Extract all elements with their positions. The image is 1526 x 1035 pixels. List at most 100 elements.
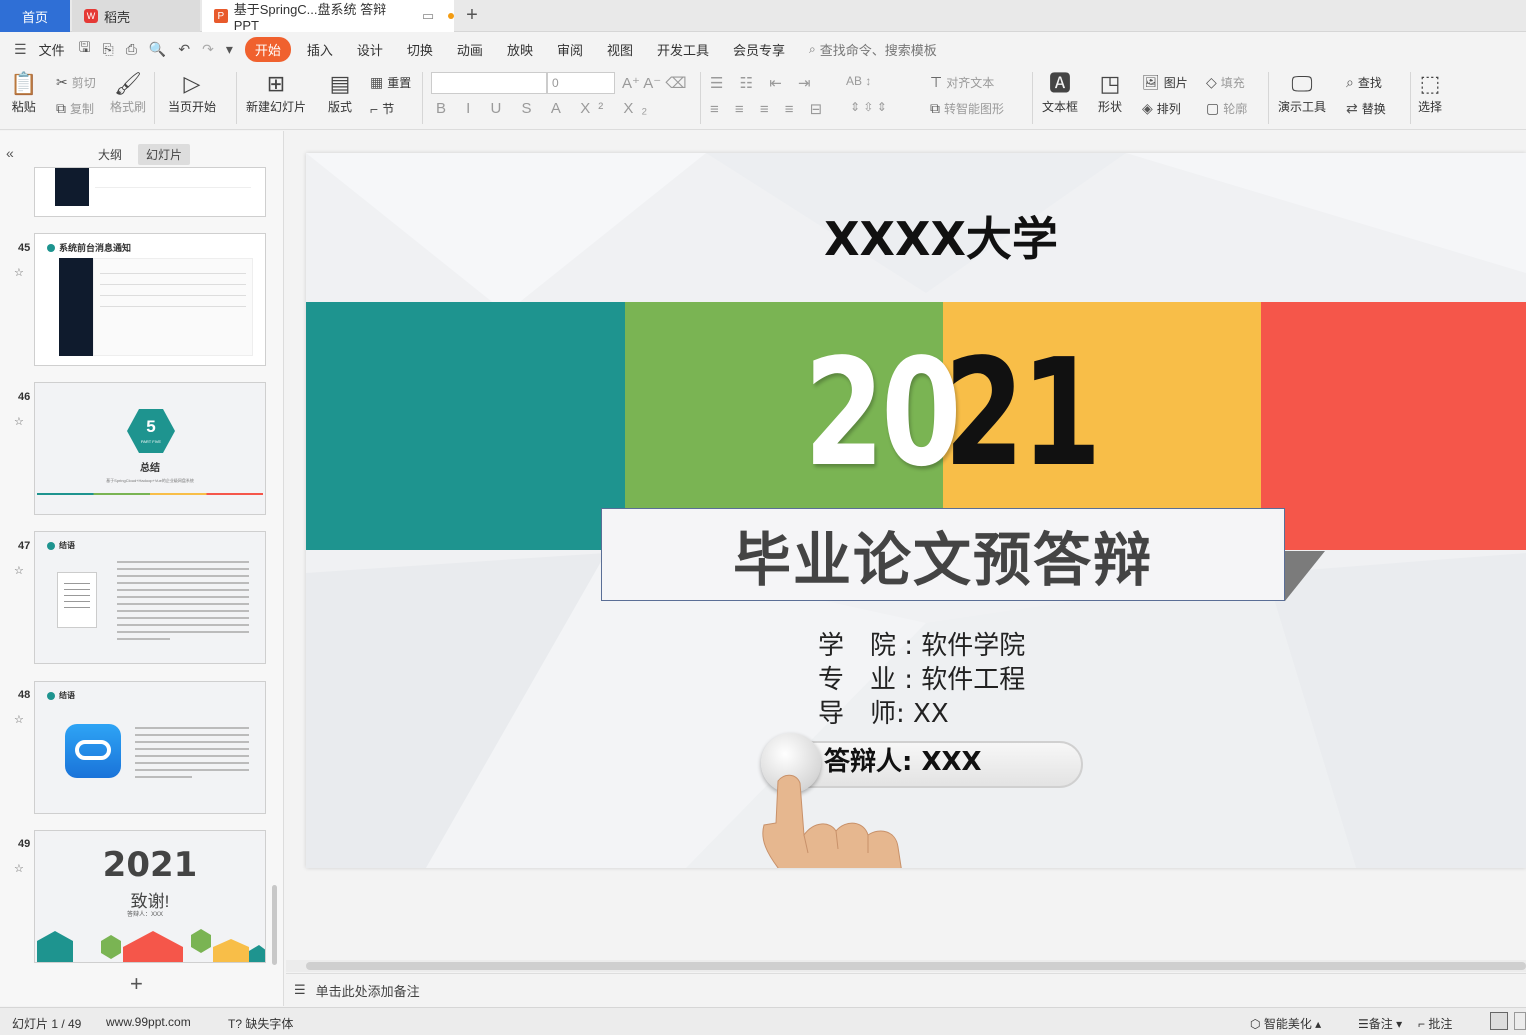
sorter-view-icon[interactable]	[1514, 1012, 1526, 1030]
tab-slides[interactable]: 幻灯片	[138, 144, 191, 165]
thumb-heading: 总结	[140, 463, 160, 474]
menu-design[interactable]: 设计	[357, 40, 383, 59]
more-icon[interactable]: ▾	[226, 41, 233, 58]
smart-shape-button[interactable]: ⧉ 转智能图形	[930, 100, 1004, 117]
find-icon: ⌕	[1346, 74, 1354, 90]
slide-thumbnail[interactable]: 系统前台消息通知	[34, 233, 266, 366]
star-icon: ☆	[14, 863, 24, 875]
copy-label: 复制	[70, 102, 95, 116]
from-current-button[interactable]: ▷ 当页开始	[168, 70, 216, 115]
select-button[interactable]: ⬚ 选择	[1418, 70, 1442, 115]
horizontal-scrollbar[interactable]	[286, 960, 1526, 972]
menu-review[interactable]: 审阅	[557, 40, 583, 59]
search-command-input[interactable]: 查找命令、搜索模板	[820, 40, 937, 59]
export-icon[interactable]: ⎘	[103, 41, 114, 58]
pointing-hand-icon	[762, 774, 902, 868]
menu-animation[interactable]: 动画	[457, 40, 483, 59]
font-size-select[interactable]: 0	[547, 72, 615, 94]
bullet-dot-icon	[47, 692, 55, 700]
panel-scrollbar[interactable]	[272, 885, 277, 965]
menu-view[interactable]: 视图	[607, 40, 633, 59]
slide-thumbnail[interactable]: 2021 致谢! 答辩人：XXX	[34, 830, 266, 963]
section-label: 节	[382, 102, 395, 116]
slide-thumbnail[interactable]: 结语	[34, 531, 266, 664]
menu-member[interactable]: 会员专享	[733, 40, 785, 59]
section-button[interactable]: ⌐ 节	[370, 100, 394, 117]
textbox-icon: 🅰	[1049, 71, 1072, 96]
print-preview-icon[interactable]: 🔍	[149, 41, 166, 58]
find-button[interactable]: ⌕ 查找	[1346, 74, 1382, 91]
replace-button[interactable]: ⇄ 替换	[1346, 100, 1386, 117]
add-slide-button[interactable]: +	[130, 971, 143, 997]
thumb-content	[93, 258, 253, 356]
slide-thumbnail[interactable]	[34, 167, 266, 217]
notes-bar[interactable]: ☰ 单击此处添加备注	[286, 973, 1526, 1006]
cut-button[interactable]: ✂ 剪切	[56, 74, 96, 91]
college-line: 学 院 : 软件学院	[818, 631, 1026, 661]
reset-button[interactable]: ▦ 重置	[370, 74, 411, 91]
scrollbar-thumb[interactable]	[306, 962, 1526, 970]
shape-button[interactable]: ◳ 形状	[1098, 70, 1122, 115]
copy-button[interactable]: ⧉ 复制	[56, 100, 94, 117]
text-format-buttons[interactable]: B I U S A X² X₂	[436, 100, 655, 117]
menu-home[interactable]: 开始	[244, 36, 291, 62]
fill-label: 填充	[1220, 76, 1245, 90]
paste-button[interactable]: 📋 粘贴	[10, 70, 37, 115]
line-spacing-button[interactable]: ⇕ ⇳ ⇕	[850, 100, 887, 114]
fill-button[interactable]: ◇ 填充	[1206, 74, 1245, 91]
divider	[154, 72, 155, 124]
arrange-button[interactable]: ◈ 排列	[1142, 100, 1181, 117]
save-icon[interactable]: 🖫	[79, 37, 91, 61]
divider	[422, 72, 423, 124]
outline-icon: ▢	[1206, 100, 1220, 116]
notes-toggle-button[interactable]: ☰备注 ▾	[1358, 1015, 1402, 1032]
replace-icon: ⇄	[1346, 100, 1358, 116]
menu-file[interactable]: 文件	[39, 40, 65, 59]
missing-font-button[interactable]: T? 缺失字体	[228, 1015, 293, 1032]
menu-developer[interactable]: 开发工具	[657, 40, 709, 59]
print-icon[interactable]: ⎙	[126, 41, 137, 58]
hamburger-icon[interactable]: ☰	[14, 41, 27, 58]
collapse-icon[interactable]: «	[6, 145, 14, 161]
scissors-icon: ✂	[56, 74, 68, 90]
slide-thumbnail[interactable]: 5 PART FIVE 总结 基于SpringCloud+Hadoop+Vue的…	[34, 382, 266, 515]
paragraph-align-buttons[interactable]: ≡ ≡ ≡ ≡ ⊟	[710, 100, 828, 118]
align-text-button[interactable]: ⊤ 对齐文本	[930, 74, 994, 91]
tab-home[interactable]: 首页	[0, 0, 70, 32]
beautify-button[interactable]: ⬡ 智能美化 ▴	[1250, 1015, 1321, 1032]
redo-icon[interactable]: ↷	[202, 41, 214, 58]
new-slide-button[interactable]: ⊞ 新建幻灯片	[246, 70, 306, 115]
picture-button[interactable]: 🖼 图片	[1142, 74, 1188, 91]
notes-icon: ☰	[294, 982, 306, 997]
divider	[236, 72, 237, 124]
normal-view-icon[interactable]	[1490, 1012, 1508, 1030]
menu-insert[interactable]: 插入	[307, 40, 333, 59]
bullet-dot-icon	[47, 244, 55, 252]
layout-button[interactable]: ▤ 版式	[328, 70, 352, 115]
divider	[700, 72, 701, 124]
divider	[1268, 72, 1269, 124]
outline-button[interactable]: ▢ 轮廓	[1206, 100, 1247, 117]
cloud-app-icon	[65, 724, 121, 778]
comments-button[interactable]: ⌐ 批注	[1418, 1015, 1452, 1032]
text-direction-button[interactable]: AB ↕	[846, 74, 871, 88]
tab-daoke[interactable]: W 稻壳	[72, 0, 200, 32]
slide-thumbnail[interactable]: 结语	[34, 681, 266, 814]
menu-slideshow[interactable]: 放映	[507, 40, 533, 59]
screen-icon[interactable]: ▭	[422, 8, 434, 24]
slide-canvas[interactable]: XXXX大学 20 21 毕业论文预答辩 学 院 : 软件学院 专 业 : 软件…	[306, 153, 1526, 868]
new-tab-button[interactable]: +	[462, 4, 482, 27]
present-tool-button[interactable]: 🖵 演示工具	[1278, 70, 1326, 115]
thumb-hex-sub: PART FIVE	[140, 439, 162, 444]
menu-transition[interactable]: 切换	[407, 40, 433, 59]
thumb-sidebar	[59, 258, 93, 356]
font-family-select[interactable]	[431, 72, 547, 94]
textbox-button[interactable]: 🅰 文本框	[1042, 70, 1078, 115]
thumb-defender: 答辩人：XXX	[127, 912, 164, 918]
font-grow-shrink[interactable]: A⁺ A⁻ ⌫	[622, 74, 687, 92]
tab-outline[interactable]: 大纲	[90, 144, 130, 165]
format-painter-button[interactable]: 🖌 格式刷	[110, 70, 146, 115]
list-buttons[interactable]: ☰ ☷ ⇤ ⇥	[710, 74, 817, 92]
tab-document[interactable]: P 基于SpringC...盘系统 答辩PPT ▭	[202, 0, 454, 33]
undo-icon[interactable]: ↶	[178, 41, 190, 58]
